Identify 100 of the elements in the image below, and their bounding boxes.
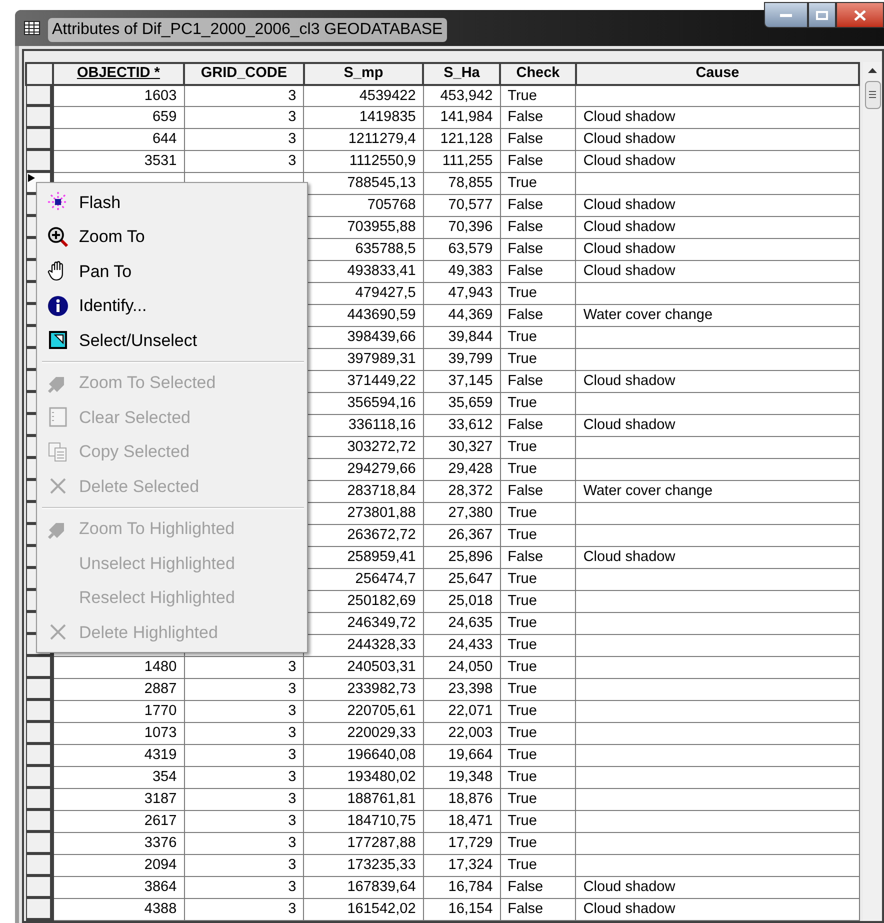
column-header[interactable]: Cause bbox=[576, 62, 860, 84]
table-cell: 3 bbox=[184, 810, 304, 832]
table-cell: True bbox=[500, 172, 576, 194]
table-cell: 3 bbox=[184, 700, 304, 722]
table-cell: 3 bbox=[184, 766, 304, 788]
table-cell: 19,348 bbox=[423, 766, 500, 788]
table-cell: 3 bbox=[184, 128, 304, 150]
table-cell: True bbox=[500, 568, 576, 590]
close-button[interactable] bbox=[836, 2, 884, 28]
table-cell: 22,071 bbox=[423, 700, 500, 722]
row-selector[interactable] bbox=[26, 876, 53, 898]
table-cell: 2887 bbox=[52, 678, 184, 700]
table-cell: 3531 bbox=[52, 150, 184, 172]
table-cell: False bbox=[500, 370, 576, 392]
table-cell: 26,367 bbox=[423, 524, 500, 546]
table-cell: True bbox=[500, 634, 576, 656]
row-selector[interactable] bbox=[26, 678, 53, 700]
minimize-button[interactable] bbox=[764, 2, 808, 28]
table-cell: 111,255 bbox=[423, 150, 500, 172]
table-cell: True bbox=[500, 436, 576, 458]
table-cell: True bbox=[500, 788, 576, 810]
row-selector[interactable] bbox=[26, 722, 53, 744]
scroll-up-icon[interactable] bbox=[868, 66, 878, 72]
table-cell: 3 bbox=[184, 876, 304, 898]
current-row-icon bbox=[28, 174, 34, 182]
column-header[interactable]: GRID_CODE bbox=[184, 62, 304, 84]
table-cell: 70,396 bbox=[423, 216, 500, 238]
column-header[interactable]: OBJECTID * bbox=[52, 62, 184, 84]
table-cell: 35,659 bbox=[423, 392, 500, 414]
row-selector-header bbox=[26, 62, 53, 84]
row-selector[interactable] bbox=[26, 788, 53, 810]
table-cell: True bbox=[500, 656, 576, 678]
row-selector[interactable] bbox=[26, 700, 53, 722]
close-icon bbox=[854, 10, 866, 20]
row-selector[interactable] bbox=[26, 744, 53, 766]
table-cell: 28,372 bbox=[423, 480, 500, 502]
table-cell: 1419835 bbox=[304, 106, 424, 128]
row-selector[interactable] bbox=[26, 128, 53, 150]
table-cell: 3 bbox=[184, 744, 304, 766]
table-cell: True bbox=[500, 810, 576, 832]
row-selector[interactable] bbox=[26, 854, 53, 876]
column-header[interactable]: Check bbox=[500, 62, 576, 84]
table-cell: 161542,02 bbox=[304, 898, 424, 920]
info-icon bbox=[47, 294, 69, 317]
column-header[interactable]: S_Ha bbox=[423, 62, 500, 84]
table-cell: True bbox=[500, 678, 576, 700]
row-selector[interactable] bbox=[26, 898, 53, 920]
table-cell: 3 bbox=[184, 106, 304, 128]
copy-icon bbox=[47, 440, 69, 463]
table-cell: 24,050 bbox=[423, 656, 500, 678]
table-cell: 16,784 bbox=[423, 876, 500, 898]
table-cell: True bbox=[500, 348, 576, 370]
table-cell: False bbox=[500, 304, 576, 326]
list-icon bbox=[47, 406, 69, 428]
table-cell: Cloud shadow bbox=[576, 238, 860, 260]
table-cell: 70,577 bbox=[423, 194, 500, 216]
row-selector[interactable] bbox=[26, 766, 53, 788]
table-cell: 1770 bbox=[52, 700, 184, 722]
table-cell: 27,380 bbox=[423, 502, 500, 524]
table-cell: True bbox=[500, 392, 576, 414]
table-cell: 2094 bbox=[52, 854, 184, 876]
table-cell: False bbox=[500, 480, 576, 502]
table-cell: 1073 bbox=[52, 722, 184, 744]
table-cell: 233982,73 bbox=[304, 678, 424, 700]
table-cell: 3 bbox=[184, 84, 304, 106]
table-cell: 1112550,9 bbox=[304, 150, 424, 172]
table-cell: Water cover change bbox=[576, 304, 860, 326]
row-selector[interactable] bbox=[26, 150, 53, 172]
table-cell: False bbox=[500, 238, 576, 260]
row-selector[interactable] bbox=[26, 84, 53, 106]
table-cell: 3 bbox=[184, 656, 304, 678]
row-selector[interactable] bbox=[26, 810, 53, 832]
table-cell: False bbox=[500, 876, 576, 898]
table-cell: False bbox=[500, 546, 576, 568]
row-selector[interactable] bbox=[26, 656, 53, 678]
table-cell: 63,579 bbox=[423, 238, 500, 260]
column-header[interactable]: S_mp bbox=[304, 62, 424, 84]
table-cell: 188761,81 bbox=[304, 788, 424, 810]
table-cell: 25,647 bbox=[423, 568, 500, 590]
table-cell: 3376 bbox=[52, 832, 184, 854]
table-cell: True bbox=[500, 832, 576, 854]
table-cell: 3 bbox=[184, 788, 304, 810]
table-cell: 196640,08 bbox=[304, 744, 424, 766]
table-cell: 3 bbox=[184, 832, 304, 854]
table-cell: False bbox=[500, 106, 576, 128]
table-cell: True bbox=[500, 854, 576, 876]
maximize-button[interactable] bbox=[808, 2, 836, 28]
table-cell: 17,729 bbox=[423, 832, 500, 854]
window-title: Attributes of Dif_PC1_2000_2006_cl3 GEODATABASE bbox=[48, 18, 447, 42]
table-cell: Cloud shadow bbox=[576, 370, 860, 392]
row-selector[interactable] bbox=[26, 832, 53, 854]
table-cell: 18,471 bbox=[423, 810, 500, 832]
table-cell: 121,128 bbox=[423, 128, 500, 150]
scroll-thumb[interactable] bbox=[864, 80, 881, 108]
table-cell: True bbox=[500, 612, 576, 634]
table-cell: Cloud shadow bbox=[576, 898, 860, 920]
vertical-scrollbar[interactable] bbox=[863, 62, 882, 921]
table-cell: 44,369 bbox=[423, 304, 500, 326]
row-selector[interactable] bbox=[26, 106, 53, 128]
table-icon bbox=[24, 21, 40, 35]
